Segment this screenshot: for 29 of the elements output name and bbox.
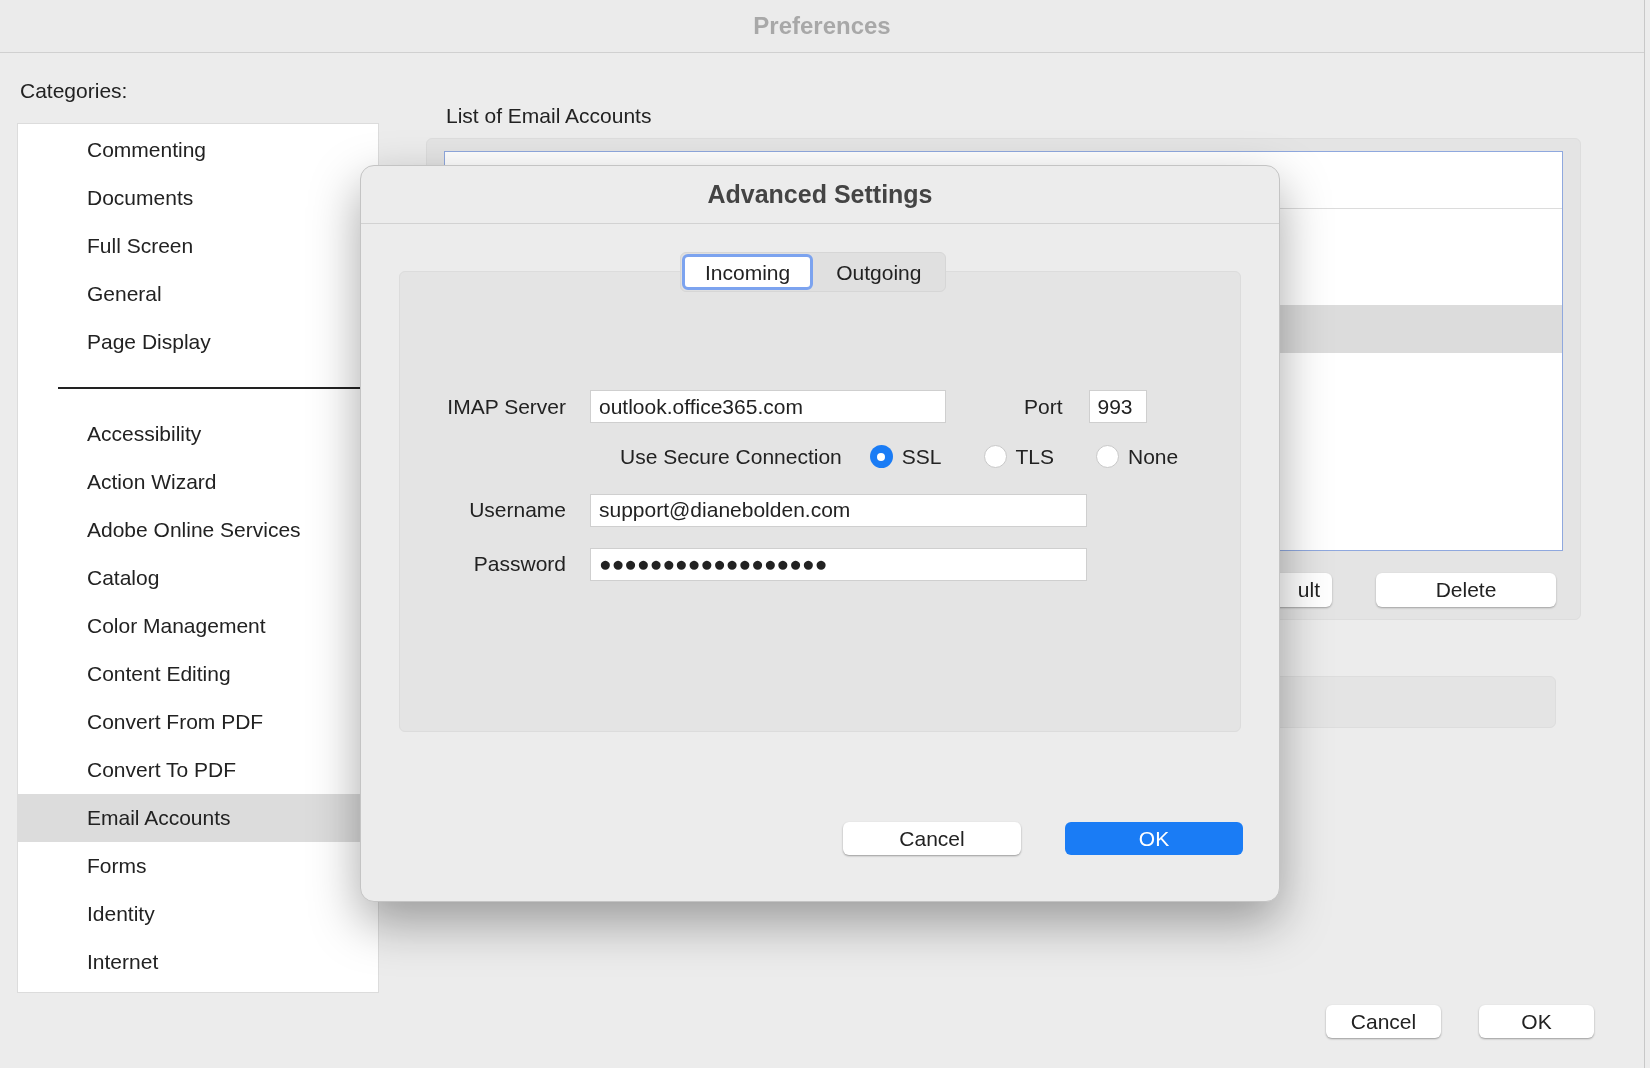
window-button[interactable]: OK	[1479, 1005, 1594, 1038]
category-item[interactable]: Internet	[18, 937, 378, 986]
dialog-button[interactable]: Cancel	[843, 822, 1021, 855]
password-field[interactable]: ●●●●●●●●●●●●●●●●●●	[590, 547, 1087, 581]
window-title: Preferences	[753, 11, 891, 41]
port-field[interactable]: 993	[1088, 390, 1147, 423]
field-label: Port	[1024, 393, 1063, 420]
field-label: Username	[468, 497, 567, 524]
radio-label: TLS	[1015, 444, 1054, 470]
radio-label: None	[1128, 444, 1179, 470]
categories-label: Categories:	[20, 78, 129, 104]
window-button[interactable]: Cancel	[1326, 1005, 1441, 1038]
radio-button[interactable]	[1096, 445, 1119, 469]
category-item[interactable]: Commenting	[18, 125, 378, 174]
tab[interactable]: Outgoing	[813, 254, 945, 290]
dialog-button[interactable]: OK	[1065, 822, 1243, 855]
radio-button[interactable]	[983, 445, 1007, 469]
field-label: IMAP Server	[446, 393, 567, 420]
list-button[interactable]: Delete	[1376, 572, 1556, 607]
radio-button[interactable]	[869, 445, 893, 469]
category-item[interactable]: Identity	[18, 889, 378, 938]
server-field[interactable]: outlook.office365.com	[590, 390, 946, 423]
field-label: Password	[472, 551, 567, 578]
section-label: List of Email Accounts	[446, 103, 653, 129]
dialog-title: Advanced Settings	[707, 178, 933, 210]
tab[interactable]: Incoming	[682, 254, 814, 290]
field-label: Use Secure Connection	[620, 444, 842, 470]
username-field[interactable]: support@dianebolden.com	[590, 493, 1087, 527]
radio-label: SSL	[901, 444, 942, 470]
